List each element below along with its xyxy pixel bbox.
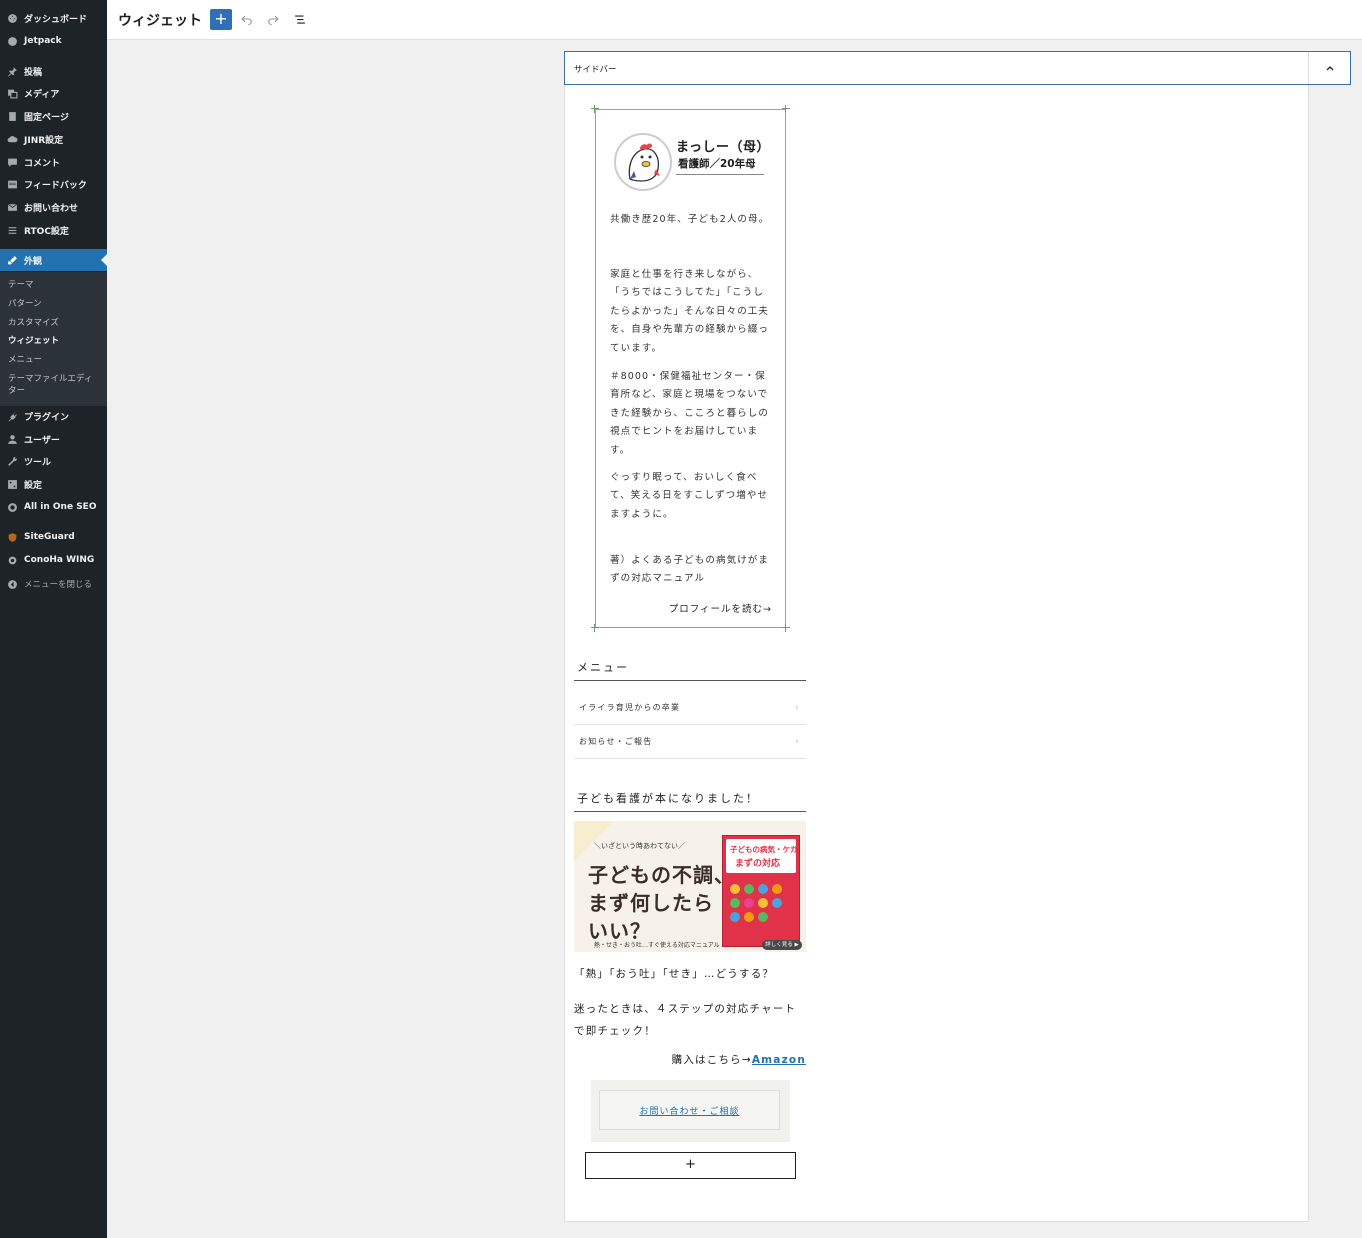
chevron-right-icon: › [795,737,800,747]
menu-appearance[interactable]: 外観 [0,249,107,271]
feedback-icon [6,178,18,190]
menu-contact[interactable]: お問い合わせ [0,196,107,218]
profile-text: 家庭と仕事を行き来しながら、「うちではこうしてた」「こうしたらよかった」そんな日… [610,269,770,354]
menu-siteguard[interactable]: SiteGuard [0,526,107,548]
menu-comments[interactable]: コメント [0,151,107,173]
menu-users[interactable]: ユーザー [0,428,107,450]
appearance-submenu: テーマ パターン カスタマイズ ウィジェット メニュー テーマファイルエディター [0,272,107,406]
menu-feedback[interactable]: フィードバック [0,173,107,195]
submenu-menus[interactable]: メニュー [8,354,100,366]
profile-text: 著）よくある子どもの病気けがまずの対応マニュアル [610,555,770,585]
collapse-icon [6,578,18,590]
menu-rtoc[interactable]: RTOC設定 [0,219,107,241]
dashboard-icon [6,12,18,24]
pin-icon [6,65,18,77]
profile-name: まっしー（母） [676,140,770,155]
collapse-toggle[interactable] [1308,52,1350,84]
menu-plugins[interactable]: プラグイン [0,405,107,427]
cloud-icon [6,133,18,145]
book-widget-title: 子ども看護が本になりました！ [574,790,806,812]
submenu-patterns[interactable]: パターン [8,298,100,310]
amazon-link[interactable]: Amazon [752,1054,806,1066]
user-icon [6,433,18,445]
profile-job: 看護師／20年母 [678,158,756,170]
profile-text: 共働き歴20年、子ども2人の母。 [610,214,770,225]
admin-menu: ダッシュボード Jetpack 投稿 メディア 固定ページ JINR設定 コメン… [0,0,107,1238]
book-banner[interactable]: ＼いざという時あわてない／ 子どもの不調、 まず何したら いい？ 熱・せき・おう… [574,821,806,952]
bird-mascot-icon [628,143,660,182]
profile-text: ＃8000・保健福祉センター・保育所など、家庭と現場をつないできた経験から、ここ… [610,371,770,456]
avatar [614,133,672,191]
menu-aioseo[interactable]: All in One SEO [0,496,107,518]
menu-jetpack[interactable]: Jetpack [0,30,107,52]
submenu-themes[interactable]: テーマ [8,279,100,291]
menu-link[interactable]: イライラ育児からの卒業 › [574,691,806,725]
menu-posts[interactable]: 投稿 [0,60,107,82]
list-icon [6,224,18,236]
selection-corner [591,105,599,113]
menu-settings[interactable]: 設定 [0,473,107,495]
chevron-right-icon: › [795,703,800,713]
menu-pages[interactable]: 固定ページ [0,105,107,127]
book-text: 迷ったときは、４ステップの対応チャートで即チェック！ [574,1003,797,1037]
book-text: 「熱」「おう吐」「せき」…どうする？ [574,968,775,980]
menu-conoha[interactable]: ConoHa WING [0,549,107,571]
book-cover-image: 子どもの病気・ケガ まずの対応 [722,835,800,947]
profile-read-more-link[interactable]: プロフィールを読む→ [610,601,772,615]
profile-divider [676,174,764,175]
profile-text: ぐっすり眠って、おいしく食べて、笑える日をすこしずつ増やせますように。 [610,472,769,520]
undo-icon[interactable] [238,10,256,28]
menu-dashboard[interactable]: ダッシュボード [0,7,107,29]
redo-icon[interactable] [264,10,282,28]
contact-link[interactable]: お問い合わせ・ご相談 [639,1104,739,1117]
menu-media[interactable]: メディア [0,82,107,104]
selection-corner [782,105,790,113]
selection-corner [782,624,790,632]
siteguard-icon [6,531,18,543]
menu-widget-title: メニュー [574,659,806,681]
menu-link[interactable]: お知らせ・ご報告 › [574,725,806,759]
gear-icon [6,554,18,566]
plugin-icon [6,410,18,422]
submenu-theme-editor[interactable]: テーマファイルエディター [8,373,100,397]
submenu-customize[interactable]: カスタマイズ [8,317,100,329]
add-block-button[interactable]: + [585,1152,796,1179]
seo-icon [6,501,18,513]
menu-tools[interactable]: ツール [0,450,107,472]
comment-icon [6,156,18,168]
widget-area-header[interactable]: サイドバー [564,51,1351,85]
block-inserter-button[interactable]: + [210,9,232,30]
brush-icon [6,254,18,266]
editor-header: ウィジェット + [107,0,1362,40]
book-detail-button: 詳しく見る ▶ [762,940,802,950]
selection-corner [591,624,599,632]
jetpack-icon [6,35,18,47]
menu-jinr[interactable]: JINR設定 [0,128,107,150]
widget-area-title: サイドバー [574,65,617,75]
settings-icon [6,478,18,490]
media-icon [6,87,18,99]
page-icon [6,110,18,122]
buy-line: 購入はこちら→Amazon [671,1054,806,1066]
chevron-up-icon [1326,66,1333,71]
mail-icon [6,201,18,213]
submenu-widgets[interactable]: ウィジェット [8,335,100,347]
page-title: ウィジェット [118,13,202,29]
menu-collapse[interactable]: メニューを閉じる [0,573,107,595]
list-view-icon[interactable] [291,10,309,28]
wrench-icon [6,455,18,467]
contact-box: お問い合わせ・ご相談 [591,1080,790,1142]
